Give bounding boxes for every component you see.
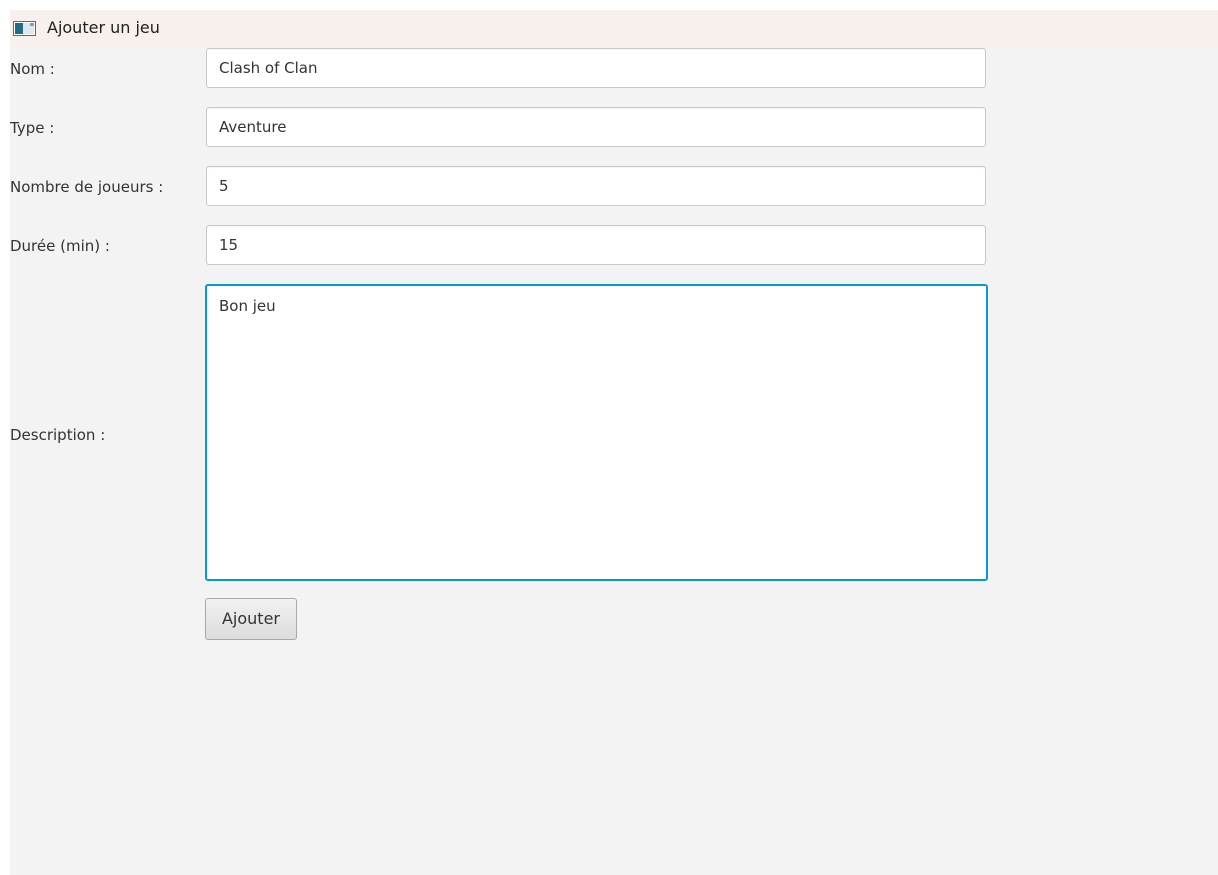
type-input[interactable]: Aventure bbox=[206, 107, 986, 147]
nom-label: Nom : bbox=[10, 60, 55, 78]
duration-label: Durée (min) : bbox=[10, 237, 110, 255]
description-label: Description : bbox=[10, 426, 106, 444]
player-count-label: Nombre de joueurs : bbox=[10, 178, 164, 196]
player-count-input[interactable]: 5 bbox=[206, 166, 986, 206]
add-game-window: Ajouter un jeu Nom : Clash of Clan Type … bbox=[10, 10, 1218, 875]
type-label: Type : bbox=[10, 119, 55, 137]
nom-input[interactable]: Clash of Clan bbox=[206, 48, 986, 88]
application-window-icon bbox=[13, 21, 36, 36]
title-bar[interactable]: Ajouter un jeu bbox=[10, 10, 1218, 47]
window-title: Ajouter un jeu bbox=[47, 18, 160, 37]
duration-input[interactable]: 15 bbox=[206, 225, 986, 265]
description-textarea[interactable]: Bon jeu bbox=[205, 284, 988, 581]
add-button[interactable]: Ajouter bbox=[205, 598, 297, 640]
